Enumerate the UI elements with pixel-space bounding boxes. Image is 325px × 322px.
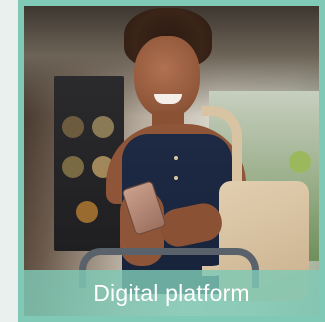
digital-platform-card[interactable]: Digital platform [18, 0, 325, 322]
shirt-button [174, 156, 178, 160]
shirt-button [174, 176, 178, 180]
caption-bar: Digital platform [24, 270, 319, 316]
face [134, 36, 200, 118]
card-caption: Digital platform [93, 279, 250, 306]
